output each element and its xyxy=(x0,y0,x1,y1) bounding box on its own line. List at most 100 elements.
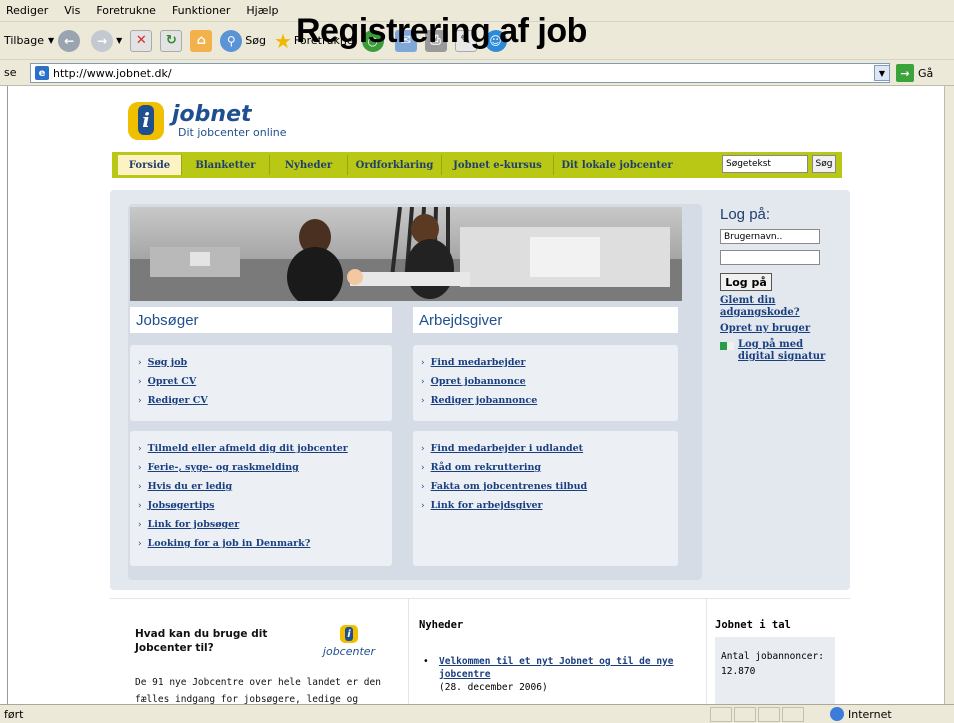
jobcenter-question: Hvad kan du bruge dit Jobcenter til? xyxy=(135,628,268,654)
link-jobsoegertips[interactable]: › Jobsøgertips xyxy=(130,496,392,515)
search-button[interactable]: ⚲ Søg xyxy=(220,29,266,52)
chevron-right-icon: › xyxy=(138,481,142,492)
site-search-input[interactable]: Søgetekst xyxy=(722,155,808,173)
stats-value: 12.870 xyxy=(721,666,756,677)
nav-blanketter[interactable]: Blanketter xyxy=(182,155,270,175)
vertical-scrollbar[interactable] xyxy=(944,86,954,704)
url-input[interactable]: e http://www.jobnet.dk/ xyxy=(30,63,890,83)
jobcenter-intro-text: De 91 nye Jobcentre over hele landet er … xyxy=(135,677,381,704)
jobseeker-heading: Jobsøger xyxy=(130,307,392,333)
page-viewport: jobnet Dit jobcenter online Forside Blan… xyxy=(7,86,954,704)
link-opret-jobannonce[interactable]: › Opret jobannonce xyxy=(413,372,678,391)
menu-help[interactable]: Hjælp xyxy=(246,4,278,17)
chevron-right-icon: › xyxy=(138,395,142,406)
login-button[interactable]: Log på xyxy=(720,273,772,291)
chevron-down-icon: ▼ xyxy=(47,36,55,45)
login-panel: Log på: Brugernavn.. Log på Glemt din ad… xyxy=(720,206,840,367)
chevron-right-icon: › xyxy=(421,500,425,511)
jobseeker-box-bottom: › Tilmeld eller afmeld dig dit jobcenter … xyxy=(130,431,392,566)
menu-view[interactable]: Vis xyxy=(64,4,80,17)
chevron-right-icon: › xyxy=(138,519,142,530)
login-title: Log på: xyxy=(720,206,771,223)
stats-label: Antal jobannoncer: xyxy=(721,651,824,662)
nav-lokale-jobcenter[interactable]: Dit lokale jobcenter xyxy=(554,155,680,175)
nav-e-kursus[interactable]: Jobnet e-kursus xyxy=(442,155,554,175)
back-label: Tilbage xyxy=(4,34,44,47)
nav-forside[interactable]: Forside xyxy=(118,155,182,175)
employer-heading: Arbejdsgiver xyxy=(413,307,678,333)
chevron-down-icon: ▼ xyxy=(116,36,123,45)
link-raad-rekruttering[interactable]: › Råd om rekruttering xyxy=(413,458,678,477)
star-icon: ★ xyxy=(273,28,292,53)
nav-nyheder[interactable]: Nyheder xyxy=(270,155,348,175)
refresh-button[interactable]: ↻ xyxy=(160,29,183,52)
menu-favorites[interactable]: Foretrukne xyxy=(96,4,156,17)
link-label: Find medarbejder xyxy=(430,357,526,368)
go-arrow-icon: → xyxy=(896,64,914,82)
menu-edit[interactable]: Rediger xyxy=(6,4,48,17)
content-area: Jobsøger Arbejdsgiver › Søg job › Opret CV… xyxy=(128,204,702,580)
bottom-section: Hvad kan du bruge dit Jobcenter til? job… xyxy=(110,598,850,704)
link-find-medarbejder[interactable]: › Find medarbejder xyxy=(413,353,678,372)
link-for-jobsoeger[interactable]: › Link for jobsøger xyxy=(130,515,392,534)
forgot-password-link[interactable]: Glemt din adgangskode? xyxy=(720,295,840,319)
news-link[interactable]: Velkommen til et nyt Jobnet og til de ny… xyxy=(439,655,689,681)
digital-signature-link[interactable]: Log på med digital signatur xyxy=(738,339,838,363)
home-button[interactable]: ⌂ xyxy=(190,29,213,52)
create-user-link[interactable]: Opret ny bruger xyxy=(720,323,840,335)
go-label: Gå xyxy=(918,66,934,80)
status-bar: ført Internet xyxy=(0,704,954,723)
jobcenter-logo-icon xyxy=(340,625,358,643)
forward-arrow-icon: → xyxy=(91,29,114,52)
stats-title: Jobnet i tal xyxy=(715,619,791,631)
url-dropdown-button[interactable]: ▼ xyxy=(874,65,890,81)
status-cell xyxy=(782,706,804,722)
menu-tools[interactable]: Funktioner xyxy=(172,4,230,17)
chevron-right-icon: › xyxy=(138,357,142,368)
link-rediger-jobannonce[interactable]: › Rediger jobannonce xyxy=(413,391,678,410)
link-label: Ferie-, syge- og raskmelding xyxy=(147,462,299,473)
chevron-right-icon: › xyxy=(138,443,142,454)
search-icon: ⚲ xyxy=(220,29,243,52)
go-button[interactable]: → Gå xyxy=(896,64,933,82)
link-ferie[interactable]: › Ferie-, syge- og raskmelding xyxy=(130,458,392,477)
site-search-button[interactable]: Søg xyxy=(812,155,836,173)
nav-ordforklaring[interactable]: Ordforklaring xyxy=(348,155,442,175)
link-label: Rediger CV xyxy=(147,395,208,406)
username-input[interactable]: Brugernavn.. xyxy=(720,229,820,244)
logo-tagline: Dit jobcenter online xyxy=(178,125,287,139)
link-soeg-job[interactable]: › Søg job xyxy=(130,353,392,372)
security-zone: Internet xyxy=(830,707,892,721)
status-cell xyxy=(758,706,780,722)
logo-name: jobnet xyxy=(172,101,252,127)
stats-box: Antal jobannoncer: 12.870 xyxy=(715,637,835,704)
link-for-arbejdsgiver[interactable]: › Link for arbejdsgiver xyxy=(413,496,678,515)
stop-icon: ✕ xyxy=(130,29,153,52)
link-label: Find medarbejder i udlandet xyxy=(430,443,584,454)
stop-button[interactable]: ✕ xyxy=(130,29,153,52)
link-label: Fakta om jobcentrenes tilbud xyxy=(430,481,588,492)
employer-box-top: › Find medarbejder › Opret jobannonce › Red… xyxy=(413,345,678,421)
stats-column: Jobnet i tal Antal jobannoncer: 12.870 xyxy=(706,599,850,704)
overlay-title: Registrering af job xyxy=(296,12,587,50)
jobcenter-logo[interactable]: jobcenter xyxy=(316,625,382,658)
chevron-right-icon: › xyxy=(421,357,425,368)
search-label: Søg xyxy=(245,34,266,47)
link-label: Hvis du er ledig xyxy=(147,481,233,492)
chevron-right-icon: › xyxy=(138,500,142,511)
link-looking-for-job[interactable]: › Looking for a job in Denmark? xyxy=(130,534,392,553)
jobnet-logo[interactable]: jobnet Dit jobcenter online xyxy=(128,102,287,140)
forward-button[interactable]: → ▼ xyxy=(91,29,123,52)
link-rediger-cv[interactable]: › Rediger CV xyxy=(130,391,392,410)
link-medarbejder-udlandet[interactable]: › Find medarbejder i udlandet xyxy=(413,439,678,458)
link-label: Tilmeld eller afmeld dig dit jobcenter xyxy=(147,443,348,454)
link-fakta-tilbud[interactable]: › Fakta om jobcentrenes tilbud xyxy=(413,477,678,496)
link-label: Opret jobannonce xyxy=(430,376,526,387)
hero-image xyxy=(130,207,682,301)
link-opret-cv[interactable]: › Opret CV xyxy=(130,372,392,391)
link-ledig[interactable]: › Hvis du er ledig xyxy=(130,477,392,496)
link-tilmeld[interactable]: › Tilmeld eller afmeld dig dit jobcenter xyxy=(130,439,392,458)
password-input[interactable] xyxy=(720,250,820,265)
back-button[interactable]: Tilbage ▼ ← xyxy=(4,29,83,52)
main-nav: Forside Blanketter Nyheder Ordforklaring… xyxy=(112,152,842,178)
